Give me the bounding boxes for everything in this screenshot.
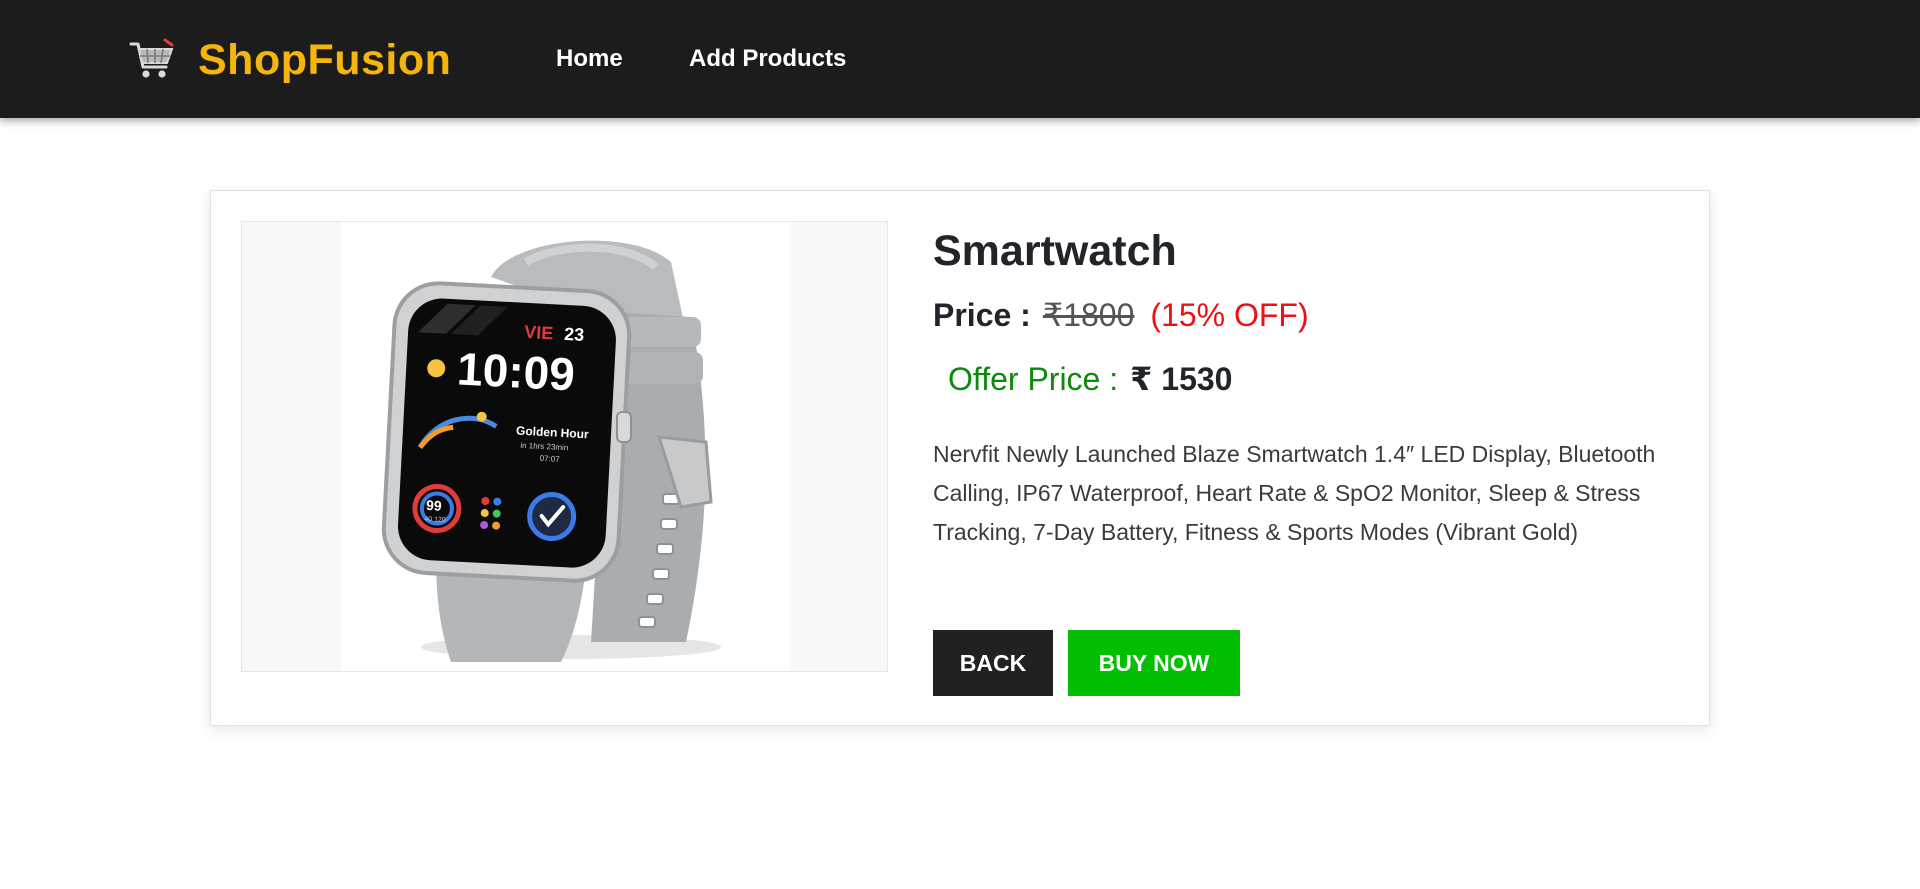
product-title: Smartwatch	[933, 227, 1177, 275]
nav-link-home[interactable]: Home	[556, 45, 623, 73]
shopping-cart-icon	[128, 36, 176, 84]
watch-time: 10:09	[456, 342, 576, 400]
price-label: Price :	[933, 297, 1031, 333]
brand-link[interactable]: ShopFusion	[128, 34, 451, 86]
action-buttons: BACK BUY NOW	[933, 630, 1240, 696]
watch-date: 23	[564, 324, 585, 345]
offer-price-label: Offer Price :	[948, 361, 1119, 397]
buy-now-button[interactable]: BUY NOW	[1068, 630, 1240, 696]
discount-badge: (15% OFF)	[1150, 297, 1309, 333]
product-image-frame: VIE 23 10:09 Golden Hour in 1hrs 23min 0…	[241, 221, 888, 672]
original-price: ₹1800	[1042, 297, 1135, 333]
watch-ring-value: 99	[426, 497, 443, 514]
nav-link-add-products[interactable]: Add Products	[689, 45, 846, 73]
watch-ring-sub: 40 120	[424, 516, 446, 524]
product-details: Smartwatch Price : ₹1800 (15% OFF) Offer…	[933, 221, 1673, 552]
smartwatch-image: VIE 23 10:09 Golden Hour in 1hrs 23min 0…	[381, 240, 721, 662]
product-image: VIE 23 10:09 Golden Hour in 1hrs 23min 0…	[341, 222, 790, 671]
navbar: ShopFusion Home Add Products	[0, 0, 1920, 118]
watch-widget-time: 07:07	[539, 454, 560, 464]
back-button[interactable]: BACK	[933, 630, 1053, 696]
offer-price-value: ₹ 1530	[1130, 361, 1233, 397]
price-row: Price : ₹1800 (15% OFF)	[933, 295, 1673, 335]
offer-price-row: Offer Price : ₹ 1530	[933, 359, 1673, 399]
product-card: VIE 23 10:09 Golden Hour in 1hrs 23min 0…	[210, 190, 1710, 726]
product-description: Nervfit Newly Launched Blaze Smartwatch …	[933, 441, 1656, 545]
watch-day: VIE	[524, 322, 554, 343]
brand-name: ShopFusion	[198, 35, 452, 84]
